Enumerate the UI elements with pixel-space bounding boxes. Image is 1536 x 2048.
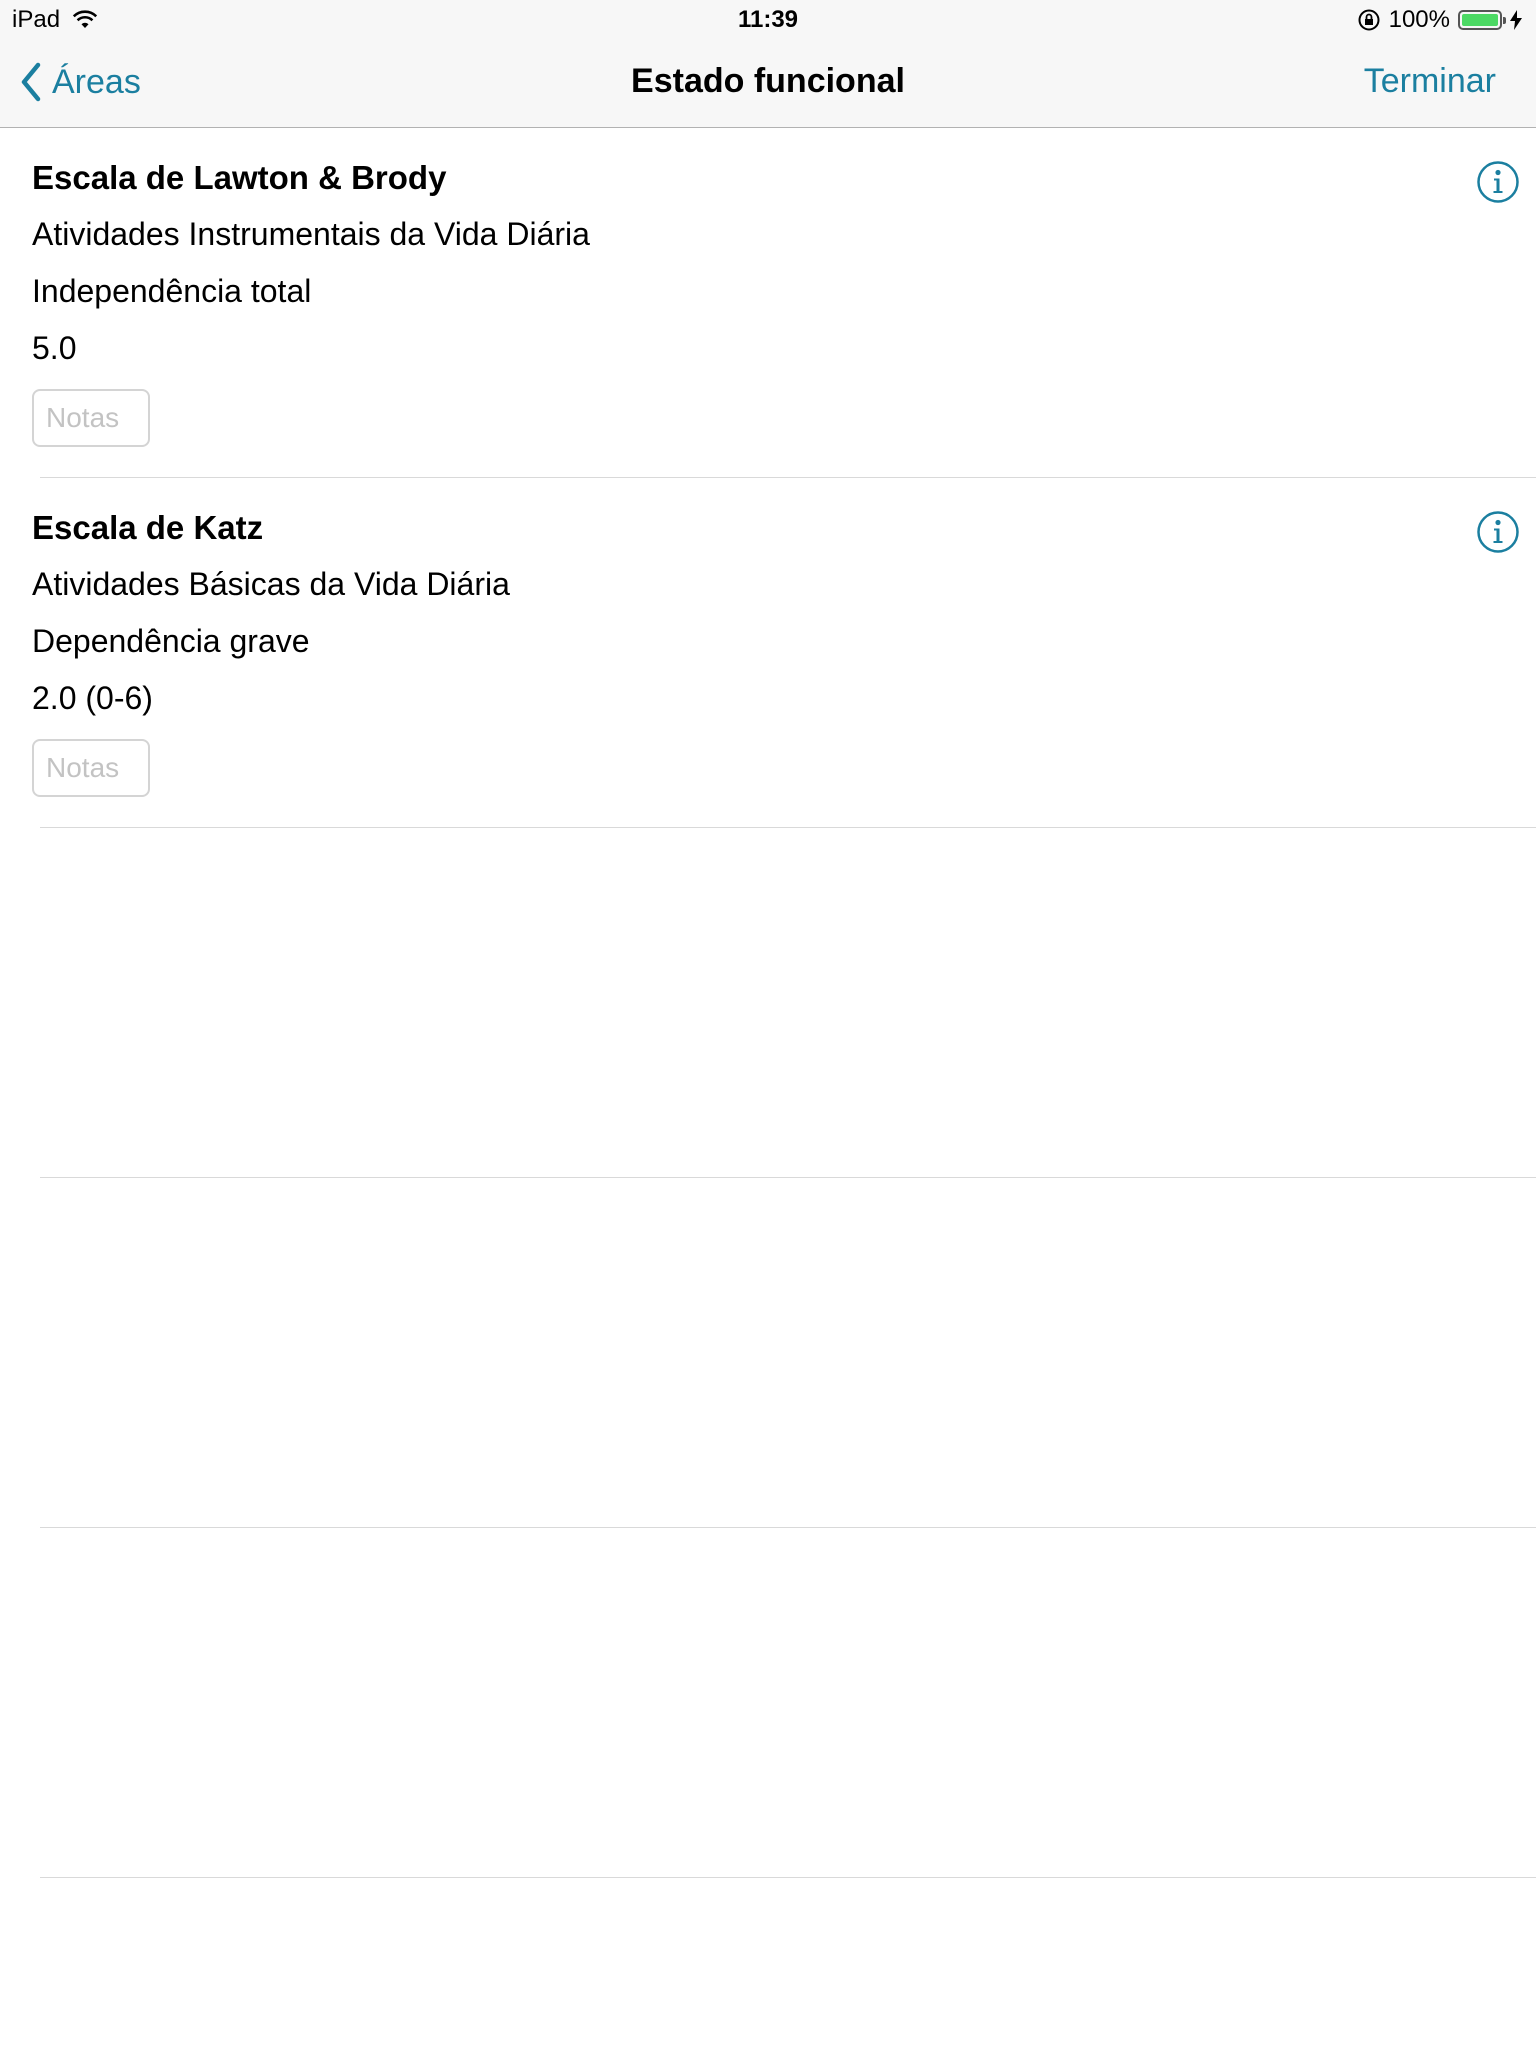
page-title: Estado funcional: [631, 62, 905, 100]
scale-score: 2.0 (0-6): [32, 680, 153, 716]
info-icon[interactable]: [1476, 160, 1520, 204]
notes-field[interactable]: [32, 739, 150, 797]
empty-row: [40, 828, 1536, 1178]
screen: iPad 11:39 100% Áreas Estado funcional T…: [0, 0, 1536, 2048]
scale-title: Escala de Lawton & Brody: [32, 159, 447, 196]
battery-percent: 100%: [1388, 6, 1450, 33]
status-bar-right: 100%: [1357, 6, 1522, 34]
notes-field[interactable]: [32, 389, 150, 447]
scale-list: Escala de Lawton & Brody Atividades Inst…: [0, 128, 1536, 1878]
info-icon[interactable]: [1476, 510, 1520, 554]
rotation-lock-icon: [1358, 9, 1380, 31]
status-time: 11:39: [737, 6, 799, 33]
navigation-bar: Áreas Estado funcional Terminar: [0, 40, 1536, 128]
scale-result: Dependência grave: [32, 623, 310, 659]
scale-subtitle: Atividades Instrumentais da Vida Diária: [32, 216, 590, 252]
status-bar: iPad 11:39 100%: [0, 0, 1536, 40]
scale-title: Escala de Katz: [32, 509, 264, 546]
scale-result: Independência total: [32, 273, 312, 309]
scale-row-katz: Escala de Katz Atividades Básicas da Vid…: [32, 478, 1536, 828]
empty-row: [40, 1178, 1536, 1528]
empty-row: [40, 1528, 1536, 1878]
scale-subtitle: Atividades Básicas da Vida Diária: [32, 566, 510, 602]
done-button[interactable]: Terminar: [1364, 62, 1496, 101]
bolt-icon: [1510, 10, 1522, 30]
scale-score: 5.0: [32, 330, 77, 366]
scale-row-lawton: Escala de Lawton & Brody Atividades Inst…: [32, 128, 1536, 478]
battery-icon: [1458, 10, 1506, 30]
